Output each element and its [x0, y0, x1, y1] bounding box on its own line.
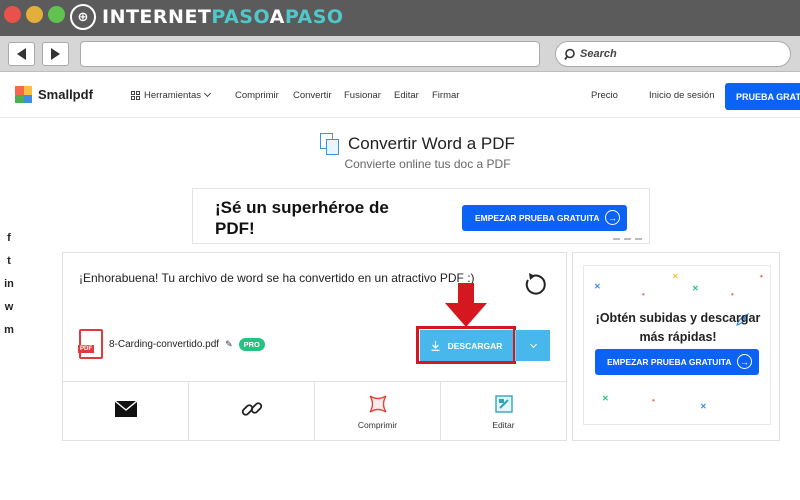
nav-edit[interactable]: Editar	[394, 90, 419, 101]
grid-icon	[131, 90, 140, 100]
sparkle-icon: •	[642, 290, 645, 299]
nav-merge[interactable]: Fusionar	[344, 90, 381, 101]
download-options-dropdown[interactable]	[515, 330, 550, 361]
free-trial-button[interactable]: PRUEBA GRATUITA	[725, 83, 800, 110]
email-share-icon[interactable]: m	[4, 322, 14, 339]
sparkle-icon: •	[760, 272, 763, 281]
sparkle-icon: •	[731, 290, 734, 299]
promo-inner: ✕ ✕ ✕ • • • ✕ • ✕ ¡Obtén subidas y desca…	[583, 265, 771, 425]
ad-trial-button[interactable]: EMPEZAR PRUEBA GRATUITA →	[462, 205, 627, 231]
watermark-text: INTERNETPASOAPASO	[102, 6, 344, 28]
nav-sign[interactable]: Firmar	[432, 90, 459, 101]
back-button[interactable]	[8, 42, 35, 66]
edit-action[interactable]: Editar	[441, 382, 566, 441]
smallpdf-logo-icon	[15, 86, 32, 103]
promo-trial-button-label: EMPEZAR PRUEBA GRATUITA	[607, 357, 732, 367]
page-title: Convertir Word a PDF	[348, 134, 515, 153]
minimize-window-button[interactable]	[26, 6, 43, 23]
chevron-down-icon	[203, 89, 212, 98]
whatsapp-icon[interactable]: w	[5, 299, 14, 316]
linkedin-icon[interactable]: in	[4, 276, 14, 293]
site-header: Smallpdf Herramientas Comprimir Converti…	[0, 73, 800, 118]
browser-toolbar	[0, 36, 800, 72]
upgrade-promo-card: ✕ ✕ ✕ • • • ✕ • ✕ ¡Obtén subidas y desca…	[572, 252, 780, 441]
nav-login[interactable]: Inicio de sesión	[649, 90, 714, 101]
watermark-icon: ⊕	[70, 4, 96, 30]
facebook-icon[interactable]: f	[7, 230, 11, 247]
success-message: ¡Enhorabuena! Tu archivo de word se ha c…	[79, 271, 475, 285]
search-input[interactable]	[580, 48, 780, 60]
smallpdf-logo[interactable]: Smallpdf	[15, 86, 93, 103]
nav-compress[interactable]: Comprimir	[235, 90, 279, 101]
arrow-right-icon	[51, 48, 60, 60]
ad-pagination	[613, 238, 642, 240]
sparkle-icon: ✕	[602, 394, 609, 403]
link-icon	[241, 401, 262, 416]
address-bar[interactable]	[80, 41, 540, 67]
arrow-left-icon	[17, 48, 26, 60]
close-window-button[interactable]	[4, 6, 21, 23]
promo-trial-button[interactable]: EMPEZAR PRUEBA GRATUITA →	[595, 349, 759, 375]
search-icon	[564, 48, 575, 60]
forward-button[interactable]	[42, 42, 69, 66]
ad-banner: ¡Sé un superhéroe de PDF! EMPEZAR PRUEBA…	[192, 188, 650, 244]
nav-tools-label: Herramientas	[144, 90, 202, 101]
compress-action-label: Comprimir	[357, 419, 398, 430]
ad-headline: ¡Sé un superhéroe de PDF!	[215, 198, 389, 238]
download-icon	[431, 340, 440, 351]
restart-icon[interactable]	[523, 272, 547, 296]
download-button[interactable]: DESCARGAR	[420, 330, 513, 361]
browser-title-bar: ⊕ INTERNETPASOAPASO	[0, 0, 800, 36]
page-subtitle: Convierte online tus doc a PDF	[344, 157, 511, 171]
promo-title: ¡Obtén subidas y descargar más rápidas!	[595, 311, 761, 344]
watermark-logo: ⊕ INTERNETPASOAPASO	[70, 3, 344, 31]
sparkle-icon: •	[652, 396, 655, 405]
edit-action-label: Editar	[492, 419, 515, 430]
compress-action[interactable]: Comprimir	[315, 382, 441, 441]
arrow-right-circle-icon: →	[605, 210, 620, 225]
envelope-icon	[114, 400, 137, 417]
download-button-label: DESCARGAR	[447, 340, 503, 351]
nav-convert[interactable]: Convertir	[293, 90, 332, 101]
sparkle-icon: ✕	[692, 284, 699, 293]
arrow-right-circle-icon: →	[737, 354, 752, 369]
nav-pricing[interactable]: Precio	[591, 90, 618, 101]
sparkle-icon: ✕	[594, 282, 601, 291]
email-action[interactable]	[63, 382, 189, 441]
chevron-down-icon	[529, 340, 537, 348]
ad-trial-button-label: EMPEZAR PRUEBA GRATUITA	[475, 213, 600, 223]
sparkle-icon: ✕	[700, 402, 707, 411]
file-row: PDF 8-Carding-convertido.pdf ✎ PRO	[78, 329, 265, 359]
pdf-file-icon: PDF	[78, 329, 103, 359]
file-name: 8-Carding-convertido.pdf	[109, 338, 220, 350]
nav-tools-dropdown[interactable]: Herramientas	[131, 89, 212, 101]
red-arrow-down-icon	[445, 283, 487, 327]
pro-badge: PRO	[238, 337, 265, 351]
smallpdf-logo-text: Smallpdf	[38, 87, 93, 102]
rename-pencil-icon[interactable]: ✎	[225, 339, 233, 350]
documents-icon	[320, 133, 340, 155]
page-heading: Convertir Word a PDF	[320, 133, 515, 155]
compress-icon	[368, 394, 387, 413]
twitter-icon[interactable]: t	[7, 253, 11, 270]
conversion-result-card: ¡Enhorabuena! Tu archivo de word se ha c…	[62, 252, 567, 441]
copy-link-action[interactable]	[189, 382, 315, 441]
edit-icon	[494, 394, 513, 413]
sparkle-icon: ✕	[672, 272, 679, 281]
maximize-window-button[interactable]	[48, 6, 65, 23]
social-share-sidebar: f t in w m	[0, 228, 18, 341]
action-row: Comprimir Editar	[63, 381, 566, 441]
browser-search[interactable]	[555, 41, 791, 67]
